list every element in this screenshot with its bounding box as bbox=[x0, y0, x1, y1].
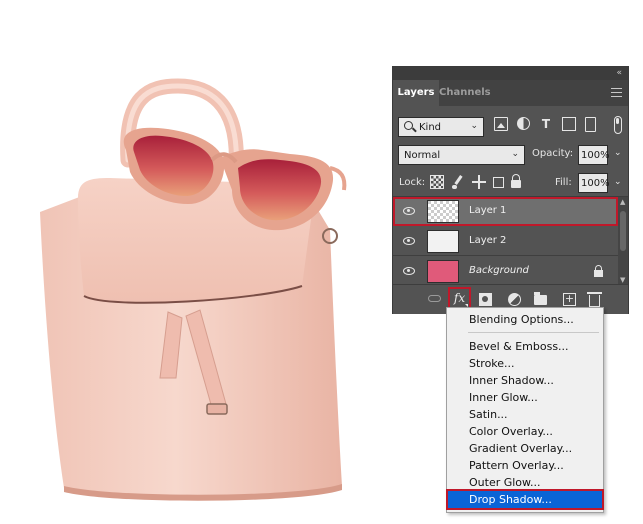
fill-value: 100% bbox=[581, 177, 610, 189]
canvas-photo-backpack bbox=[40, 78, 347, 501]
opacity-label: Opacity: bbox=[532, 148, 574, 159]
lock-icons bbox=[430, 174, 521, 189]
layer-thumbnail bbox=[427, 200, 459, 223]
opacity-value: 100% bbox=[581, 149, 610, 161]
adjustment-layer-icon[interactable] bbox=[508, 293, 521, 306]
tab-channels[interactable]: Channels bbox=[439, 80, 491, 106]
search-icon bbox=[404, 121, 413, 130]
eye-icon[interactable] bbox=[403, 237, 415, 245]
layer-thumbnail bbox=[427, 230, 459, 253]
scroll-thumb[interactable] bbox=[620, 211, 626, 251]
layer-style-menu: Blending Options... Bevel & Emboss... St… bbox=[446, 307, 604, 513]
menu-item-stroke[interactable]: Stroke... bbox=[448, 355, 602, 372]
menu-item-outer-glow[interactable]: Outer Glow... bbox=[448, 474, 602, 491]
chevron-down-icon: ⌄ bbox=[511, 149, 519, 159]
menu-item-blending-options[interactable]: Blending Options... bbox=[448, 311, 602, 328]
layer-row-layer-2[interactable]: Layer 2 bbox=[393, 227, 618, 256]
eye-icon[interactable] bbox=[403, 267, 415, 275]
shape-layer-filter-icon[interactable] bbox=[562, 117, 576, 131]
fill-chevron-icon[interactable]: ⌄ bbox=[614, 177, 622, 187]
opacity-chevron-icon[interactable]: ⌄ bbox=[614, 148, 622, 158]
fill-label: Fill: bbox=[555, 177, 572, 188]
add-mask-icon[interactable] bbox=[479, 293, 492, 306]
layer-thumbnail bbox=[427, 260, 459, 283]
filter-toggle-icon[interactable] bbox=[614, 116, 622, 134]
layers-list: Layer 1 Layer 2 Background ▲ ▼ bbox=[393, 196, 628, 286]
smart-object-filter-icon[interactable] bbox=[585, 117, 596, 132]
layer-filter-row: Kind ⌄ T bbox=[393, 116, 628, 138]
eye-icon[interactable] bbox=[403, 207, 415, 215]
blend-row: Normal ⌄ Opacity: 100% ⌄ bbox=[393, 144, 628, 166]
lock-all-icon[interactable] bbox=[511, 174, 521, 188]
menu-item-bevel-emboss[interactable]: Bevel & Emboss... bbox=[448, 338, 602, 355]
layer-row-layer-1[interactable]: Layer 1 bbox=[393, 197, 618, 226]
scroll-down-icon[interactable]: ▼ bbox=[620, 276, 625, 284]
layer-name: Layer 2 bbox=[469, 235, 507, 246]
menu-item-inner-glow[interactable]: Inner Glow... bbox=[448, 389, 602, 406]
menu-item-inner-shadow[interactable]: Inner Shadow... bbox=[448, 372, 602, 389]
filter-icons: T bbox=[494, 117, 596, 132]
panel-tabs: Layers Channels bbox=[393, 80, 628, 106]
pixel-layer-filter-icon[interactable] bbox=[494, 117, 508, 131]
new-group-icon[interactable] bbox=[534, 292, 547, 305]
filter-kind-select[interactable]: Kind ⌄ bbox=[398, 117, 484, 137]
tab-layers[interactable]: Layers bbox=[393, 80, 439, 106]
blend-mode-select[interactable]: Normal ⌄ bbox=[398, 145, 525, 165]
filter-kind-label: Kind bbox=[419, 121, 442, 133]
menu-separator bbox=[468, 332, 599, 333]
delete-layer-icon[interactable] bbox=[587, 292, 602, 307]
menu-item-satin[interactable]: Satin... bbox=[448, 406, 602, 423]
blend-mode-value: Normal bbox=[404, 149, 441, 161]
layer-name: Layer 1 bbox=[469, 205, 507, 216]
menu-item-drop-shadow[interactable]: Drop Shadow... bbox=[446, 489, 604, 510]
collapse-panel-icon[interactable]: « bbox=[616, 67, 621, 79]
opacity-field[interactable]: 100% bbox=[578, 145, 610, 165]
menu-item-pattern-overlay[interactable]: Pattern Overlay... bbox=[448, 457, 602, 474]
lock-row: Lock: Fill: 100% ⌄ bbox=[393, 173, 628, 193]
lock-artboard-icon[interactable] bbox=[493, 177, 504, 188]
lock-transparent-pixels-icon[interactable] bbox=[430, 175, 444, 189]
layer-row-background[interactable]: Background bbox=[393, 257, 618, 286]
link-layers-icon[interactable] bbox=[428, 295, 441, 302]
new-layer-icon[interactable]: + bbox=[563, 293, 576, 306]
lock-image-pixels-icon[interactable] bbox=[451, 175, 465, 189]
panel-title-bar[interactable]: « bbox=[393, 67, 628, 80]
type-layer-filter-icon[interactable]: T bbox=[539, 117, 553, 131]
fill-field[interactable]: 100% bbox=[578, 173, 610, 193]
menu-item-gradient-overlay[interactable]: Gradient Overlay... bbox=[448, 440, 602, 457]
menu-item-color-overlay[interactable]: Color Overlay... bbox=[448, 423, 602, 440]
lock-label: Lock: bbox=[399, 177, 426, 188]
lock-position-icon[interactable] bbox=[472, 175, 486, 189]
layers-scrollbar[interactable]: ▲ ▼ bbox=[618, 197, 628, 285]
layers-panel: « Layers Channels Kind ⌄ T Normal ⌄ Opac… bbox=[392, 66, 629, 314]
layer-name: Background bbox=[469, 265, 529, 276]
chevron-down-icon: ⌄ bbox=[470, 121, 478, 131]
scroll-up-icon[interactable]: ▲ bbox=[620, 198, 625, 206]
panel-menu-icon[interactable] bbox=[611, 88, 622, 97]
lock-icon[interactable] bbox=[594, 265, 603, 277]
adjustment-layer-filter-icon[interactable] bbox=[517, 117, 530, 130]
